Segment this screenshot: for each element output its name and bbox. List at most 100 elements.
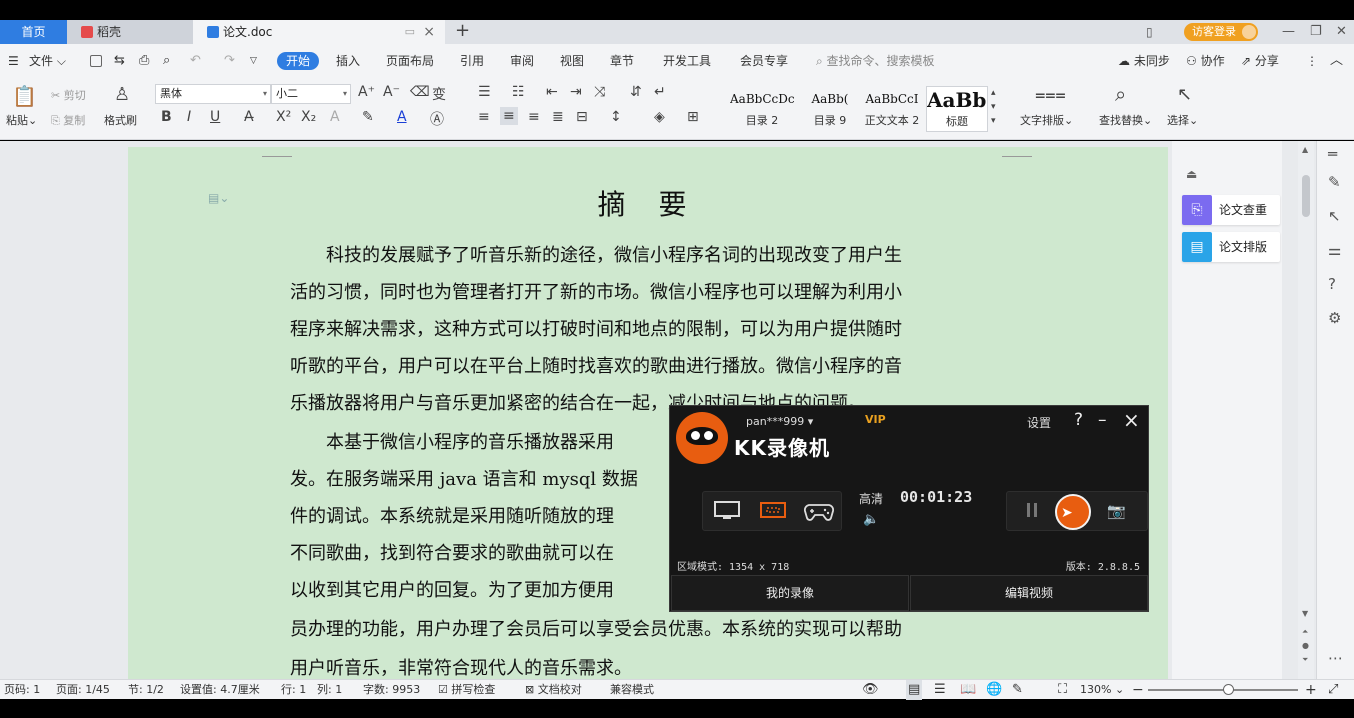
bold-icon[interactable]: B <box>161 109 172 125</box>
zoom-level[interactable]: 130% ⌄ <box>1080 680 1124 700</box>
kk-settings-button[interactable]: 设置 <box>1027 414 1051 431</box>
pin-icon[interactable]: ▭ <box>405 20 415 44</box>
kk-screenshot-icon[interactable]: 📷 <box>1107 502 1126 520</box>
prev-page-icon[interactable]: ⏶ <box>1302 627 1308 637</box>
kk-user-account[interactable]: pan***999 ▾ <box>746 415 813 428</box>
page-view-icon[interactable]: ▤ <box>906 680 923 700</box>
menu-insert[interactable]: 插入 <box>336 44 360 78</box>
zoom-slider-knob[interactable] <box>1223 684 1234 695</box>
doc-check-toggle[interactable]: ⊠ 文档校对 <box>525 680 582 700</box>
shrink-font-icon[interactable]: A⁻ <box>383 84 400 100</box>
scroll-down-icon[interactable]: ▼ <box>1302 609 1308 618</box>
align-center-icon[interactable]: ≡ <box>500 107 518 125</box>
find-replace-button[interactable]: 查找替换⌄ <box>1099 112 1152 128</box>
status-setting[interactable]: 设置值: 4.7厘米 <box>180 680 260 700</box>
tab-daoke[interactable]: 稻壳 <box>67 20 193 44</box>
show-marks-icon[interactable]: ↵ <box>654 84 666 100</box>
share-button[interactable]: ⇗ 分享 <box>1241 44 1279 78</box>
status-page-number[interactable]: 页码: 1 <box>4 680 40 700</box>
kk-edit-video-button[interactable]: 编辑视频 <box>910 575 1148 611</box>
decrease-indent-icon[interactable]: ⇤ <box>546 84 558 100</box>
status-pages[interactable]: 页面: 1/45 <box>56 680 110 700</box>
print-icon[interactable]: ⎙ <box>139 44 149 78</box>
style-toc2[interactable]: AaBbCcDc 目录 2 <box>730 86 794 132</box>
copy-button[interactable]: ⎘ 复制 <box>51 112 85 128</box>
paste-icon[interactable]: 📋 <box>12 84 37 108</box>
undo-icon[interactable]: ↶ <box>190 44 201 78</box>
kk-vip-badge[interactable]: VIP <box>865 413 886 426</box>
shading-icon[interactable]: ◈ <box>654 109 665 125</box>
kk-volume-icon[interactable]: 🔈 <box>863 512 879 527</box>
region-mode-icon[interactable] <box>759 500 787 522</box>
kk-pause-button[interactable] <box>1027 503 1037 517</box>
increase-indent-icon[interactable]: ⇥ <box>570 84 582 100</box>
redo-icon[interactable]: ↷ <box>224 44 235 78</box>
image-settings-icon[interactable]: ⚙ <box>1328 309 1341 327</box>
next-page-icon[interactable]: ⏷ <box>1302 655 1308 665</box>
menu-member[interactable]: 会员专享 <box>740 44 788 78</box>
zoom-out-icon[interactable]: − <box>1132 680 1144 700</box>
quick-access-more-icon[interactable]: ▽ <box>250 44 257 78</box>
collaborate-button[interactable]: ⚇ 协作 <box>1186 44 1225 78</box>
select-cursor-icon[interactable]: ↖ <box>1177 84 1192 105</box>
reading-view-icon[interactable]: 📖 <box>960 680 976 700</box>
help-icon[interactable]: ? <box>1328 275 1336 293</box>
pen-icon[interactable]: ✎ <box>1328 173 1341 191</box>
status-row[interactable]: 行: 1 <box>281 680 306 700</box>
underline-icon[interactable]: U <box>210 109 220 125</box>
menu-chapter[interactable]: 章节 <box>610 44 634 78</box>
clear-format-icon[interactable]: ⌫ <box>410 84 430 100</box>
font-color-icon[interactable]: A <box>397 109 407 125</box>
hamburger-icon[interactable]: ☰ <box>8 44 19 78</box>
borders-icon[interactable]: ⊞ <box>687 109 699 125</box>
font-name-select[interactable]: 黑体 ▾ <box>155 84 271 104</box>
kk-record-button[interactable]: ➤ <box>1055 494 1091 530</box>
phonetic-guide-icon[interactable]: 变 <box>432 84 446 104</box>
cut-button[interactable]: ✂ 剪切 <box>51 87 86 103</box>
fit-page-icon[interactable]: ⛶ <box>1058 680 1067 700</box>
distribute-icon[interactable]: ⊟ <box>576 109 588 125</box>
write-mode-icon[interactable]: ✎ <box>1012 680 1023 700</box>
numbered-list-icon[interactable]: ☷ <box>512 84 525 100</box>
menu-start[interactable]: 开始 <box>277 52 320 70</box>
zoom-in-icon[interactable]: + <box>1305 680 1317 700</box>
paste-button[interactable]: 粘贴⌄ <box>6 112 37 128</box>
kk-quality-select[interactable]: 高清 <box>859 490 883 507</box>
grow-font-icon[interactable]: A⁺ <box>358 84 375 100</box>
eye-protect-icon[interactable]: 👁 <box>862 680 879 700</box>
spell-check-toggle[interactable]: ☑ 拼写检查 <box>438 680 495 700</box>
fullscreen-mode-icon[interactable] <box>713 500 741 522</box>
restore-window-icon[interactable]: ❐ <box>1310 20 1322 44</box>
command-search[interactable]: ⌕ 查找命令、搜索模板 <box>816 44 935 78</box>
strikethrough-icon[interactable]: A̶ <box>244 109 254 125</box>
kk-close-button[interactable]: × <box>1123 408 1140 432</box>
char-border-icon[interactable]: Ⓐ <box>430 109 444 129</box>
kk-recorder-window[interactable]: pan***999 ▾ VIP KK录像机 设置 ? – × 高清 🔈 00:0… <box>669 405 1149 612</box>
minimize-window-icon[interactable]: — <box>1282 20 1295 44</box>
style-toc9[interactable]: AaBb( 目录 9 <box>804 86 856 132</box>
tab-document[interactable]: 论文.doc ▭ × <box>193 20 445 44</box>
menu-dev-tools[interactable]: 开发工具 <box>663 44 711 78</box>
text-direction-icon[interactable]: ⇵ <box>630 84 642 100</box>
collapse-ribbon-icon[interactable]: ︿ <box>1330 44 1343 78</box>
kk-minimize-button[interactable]: – <box>1098 410 1107 430</box>
tab-home[interactable]: 首页 <box>0 20 67 44</box>
window-mode-icon[interactable]: ▯ <box>1146 20 1153 44</box>
bullet-list-icon[interactable]: ☰ <box>478 84 491 100</box>
text-effect-icon[interactable]: A <box>330 109 340 125</box>
menu-lines-icon[interactable]: ═ <box>1328 145 1337 163</box>
more-icon[interactable]: ⋮ <box>1306 44 1318 78</box>
text-layout-button[interactable]: 文字排版⌄ <box>1020 112 1073 128</box>
status-word-count[interactable]: 字数: 9953 <box>363 680 420 700</box>
format-painter-icon[interactable]: ♙ <box>114 84 130 105</box>
visitor-login-button[interactable]: 访客登录 <box>1184 23 1258 41</box>
find-replace-icon[interactable]: ⌕ <box>1115 82 1126 106</box>
highlight-icon[interactable]: ✎ <box>362 109 374 125</box>
styles-scroll-icon[interactable]: ▴ ▾ ▾ <box>991 86 996 128</box>
collapse-up-icon[interactable]: ⏏ <box>1186 167 1197 181</box>
adjust-icon[interactable]: ⚌ <box>1328 241 1341 259</box>
menu-page-layout[interactable]: 页面布局 <box>386 44 434 78</box>
game-mode-icon[interactable] <box>803 500 834 522</box>
menu-file[interactable]: 文件 ⌵ <box>29 44 66 78</box>
line-spacing-icon[interactable]: ↕ <box>610 109 622 125</box>
